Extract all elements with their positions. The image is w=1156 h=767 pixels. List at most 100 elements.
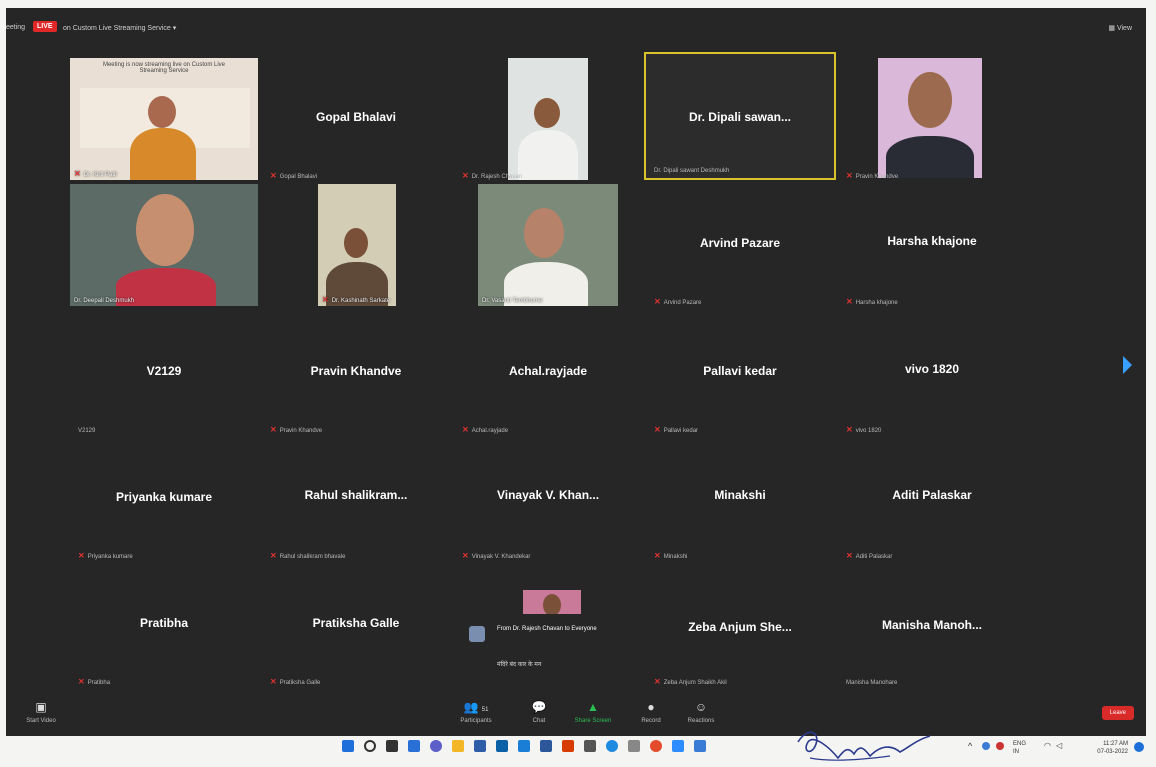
participant-tile-10[interactable]: Harsha khajone ⨯ Harsha khajone xyxy=(838,184,1026,310)
participant-tile-12[interactable]: Pravin Khandve ⨯ Pravin Khandve xyxy=(262,312,450,438)
streaming-service-dropdown[interactable]: on Custom Live Streaming Service ▾ xyxy=(63,24,176,32)
participant-tile-19[interactable]: Minakshi ⨯ Minakshi xyxy=(646,438,834,564)
participant-tile-21[interactable]: Pratibha ⨯ Pratibha xyxy=(70,564,258,690)
reactions-icon: ☺ xyxy=(694,700,708,714)
participant-tile-17[interactable]: Rahul shalikram... ⨯ Rahul shalikram bhav… xyxy=(262,438,450,564)
onedrive-icon[interactable] xyxy=(982,742,990,750)
participant-tile-9[interactable]: Arvind Pazare ⨯ Arvind Pazare xyxy=(646,184,834,310)
participant-label: Dr. Dipali sawant Deshmukh xyxy=(654,168,730,174)
mic-muted-icon: ⨯ xyxy=(846,171,853,180)
participant-name: vivo 1820 xyxy=(904,362,960,376)
person-head xyxy=(136,194,194,266)
mic-muted-icon: ⨯ xyxy=(270,425,277,434)
participant-tile-20[interactable]: Aditi Palaskar ⨯ Aditi Palaskar xyxy=(838,438,1026,564)
participant-name: Aditi Palaskar xyxy=(892,488,972,502)
participant-label: ⨯ Minakshi xyxy=(654,551,688,560)
calculator-icon[interactable] xyxy=(584,740,596,752)
sender-avatar-icon xyxy=(469,626,485,642)
teams-icon[interactable] xyxy=(694,740,706,752)
participant-name: Minakshi xyxy=(714,488,766,502)
clock[interactable]: 11:27 AM 07-03-2022 xyxy=(1097,740,1128,756)
mic-muted-icon: ⨯ xyxy=(846,551,853,560)
participant-tile-16[interactable]: Priyanka kumare ⨯ Priyanka kumare xyxy=(70,438,258,564)
start-video-button[interactable]: ▣ Start Video xyxy=(16,700,66,724)
speaker-icon[interactable]: ◁ xyxy=(1056,741,1062,750)
settings-icon[interactable] xyxy=(628,740,640,752)
participant-tile-8[interactable]: Dr. Vasanti Tembhurne xyxy=(454,184,642,310)
live-badge[interactable]: LIVE xyxy=(33,21,57,32)
task-view-icon[interactable] xyxy=(386,740,398,752)
tray-chevron-icon[interactable]: ^ xyxy=(968,741,972,751)
participant-label: ⨯ Arvind Pazare xyxy=(654,297,702,306)
participant-tile-24[interactable]: Zeba Anjum She... ⨯ Zeba Anjum Shaikh Aki… xyxy=(646,564,834,690)
reactions-button[interactable]: ☺ Reactions xyxy=(676,700,726,724)
word-icon[interactable] xyxy=(540,740,552,752)
participant-tile-15[interactable]: vivo 1820 ⨯ vivo 1820 xyxy=(838,312,1026,438)
mic-muted-icon: ⨯ xyxy=(270,677,277,686)
mic-muted-icon: ⨯ xyxy=(462,425,469,434)
mic-muted-icon: ⨯ xyxy=(270,551,277,560)
next-page-arrow-icon[interactable] xyxy=(1123,356,1132,374)
handwritten-signature xyxy=(797,731,931,761)
participant-name: Harsha khajone xyxy=(887,234,977,248)
file-explorer-icon[interactable] xyxy=(452,740,464,752)
participant-name: Achal.rayjade xyxy=(508,364,588,378)
view-button[interactable]: ▦ View xyxy=(1108,24,1132,32)
notification-icon[interactable] xyxy=(1134,742,1144,752)
participant-name: Pratiksha Galle xyxy=(312,616,400,630)
participant-tile-13[interactable]: Achal.rayjade ⨯ Achal.rayjade xyxy=(454,312,642,438)
participant-tile-7[interactable]: ⨯ Dr. Kashinath Sarkate xyxy=(262,184,450,310)
mic-muted-icon: ⨯ xyxy=(654,551,661,560)
participant-name: Zeba Anjum She... xyxy=(688,620,792,634)
edge-icon[interactable] xyxy=(606,740,618,752)
wifi-icon[interactable]: ◠ xyxy=(1044,741,1051,750)
participant-label: ⨯ Priyanka kumare xyxy=(78,551,133,560)
participant-name: Dr. Dipali sawan... xyxy=(688,110,792,124)
participant-tile-22[interactable]: Pratiksha Galle ⨯ Pratiksha Galle xyxy=(262,564,450,690)
participant-label: ⨯ Aditi Palaskar xyxy=(846,551,893,560)
person-head xyxy=(534,98,560,128)
participant-name: Priyanka kumare xyxy=(115,490,213,504)
participant-tile-25[interactable]: Manisha Manoh... Manisha Manohare xyxy=(838,564,1026,690)
dropbox-icon[interactable] xyxy=(518,740,530,752)
store-icon[interactable] xyxy=(474,740,486,752)
office-icon[interactable] xyxy=(562,740,574,752)
participant-tile-5[interactable]: ⨯ Pravin Khandve xyxy=(838,58,1026,184)
participant-name: Vinayak V. Khan... xyxy=(496,488,600,502)
mic-muted-icon: ⨯ xyxy=(846,297,853,306)
windows-taskbar: ^ ENG IN ◠ ◁ 11:27 AM 07-03-2022 xyxy=(0,736,1156,767)
antivirus-icon[interactable] xyxy=(996,742,1004,750)
top-bar: eeting LIVE on Custom Live Streaming Ser… xyxy=(6,18,1146,36)
participant-tile-6[interactable]: Dr. Deepali Deshmukh xyxy=(70,184,258,310)
widgets-icon[interactable] xyxy=(408,740,420,752)
participant-label: Manisha Manohare xyxy=(846,680,898,686)
record-button[interactable]: ● Record xyxy=(626,700,676,724)
start-menu-icon[interactable] xyxy=(342,740,354,752)
participant-tile-14[interactable]: Pallavi kedar ⨯ Pallavi kedar xyxy=(646,312,834,438)
chat-notification[interactable]: From Dr. Rajesh Chavan to Everyone मंदिर… xyxy=(463,590,603,682)
person-body xyxy=(130,128,196,180)
chat-button[interactable]: 💬 Chat xyxy=(514,700,564,724)
participant-tile-4-active-speaker[interactable]: Dr. Dipali sawan... Dr. Dipali sawant De… xyxy=(644,52,836,180)
mic-muted-icon: ⨯ xyxy=(462,171,469,180)
zoom-icon[interactable] xyxy=(672,740,684,752)
participant-tile-3[interactable]: ⨯ Dr. Rajesh Chavan xyxy=(454,58,642,184)
participant-label: ⨯ Rahul shalikram bhavale xyxy=(270,551,346,560)
participant-tile-1[interactable]: Meeting is now streaming live on Custom … xyxy=(70,58,258,184)
share-screen-button[interactable]: ▲ Share Screen xyxy=(568,700,618,724)
person-head xyxy=(908,72,952,128)
search-icon[interactable] xyxy=(364,740,376,752)
leave-button[interactable]: Leave xyxy=(1101,706,1134,720)
chrome-icon[interactable] xyxy=(650,740,662,752)
participant-tile-18[interactable]: Vinayak V. Khan... ⨯ Vinayak V. Khandekar xyxy=(454,438,642,564)
participant-tile-2[interactable]: Gopal Bhalavi ⨯ Gopal Bhalavi xyxy=(262,58,450,184)
mic-muted-icon: ⨯ xyxy=(322,295,329,304)
participant-tile-11[interactable]: V2129 V2129 xyxy=(70,312,258,438)
language-indicator[interactable]: ENG IN xyxy=(1013,740,1026,756)
participants-button[interactable]: 👥 51 Participants xyxy=(451,700,501,724)
mic-muted-icon: ⨯ xyxy=(74,169,81,178)
chat-app-icon[interactable] xyxy=(430,740,442,752)
mail-icon[interactable] xyxy=(496,740,508,752)
chat-from: From Dr. Rajesh Chavan to Everyone xyxy=(497,626,597,632)
participant-label: ⨯ Pravin Khandve xyxy=(270,425,323,434)
